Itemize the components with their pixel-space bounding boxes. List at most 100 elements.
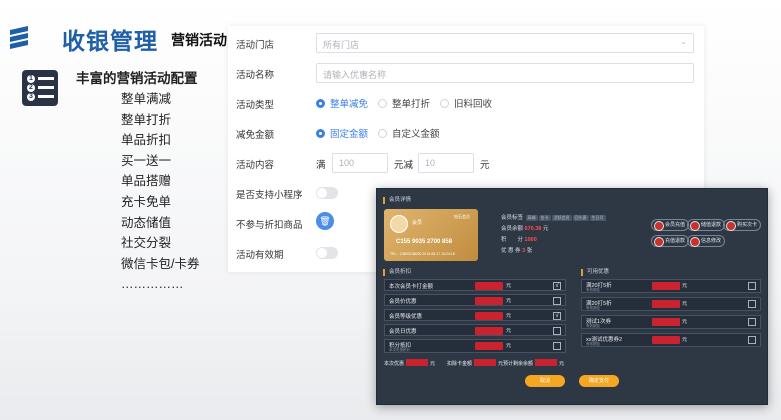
radio-icon — [440, 99, 449, 108]
yuan-label: 元 — [506, 283, 512, 289]
radio-label: 固定金额 — [330, 129, 369, 140]
type-option-full-reduction[interactable]: 整单减免 — [316, 96, 368, 110]
total-label: 扣除卡金额 — [447, 361, 473, 367]
coupon-amount — [652, 282, 680, 290]
discount-name: 会员价优惠 — [389, 299, 417, 305]
card-footer: TEL：13800138000 2019-08-17 15:24:18 — [390, 252, 455, 256]
amount-row: 减免金额 固定金额 自定义金额 — [228, 119, 704, 149]
discount-row[interactable]: 本次会员卡打金额 元 √ — [384, 279, 566, 291]
content-suffix: 元 — [480, 160, 490, 171]
name-label: 活动名称 — [236, 70, 275, 81]
yuan-label: 元 — [682, 319, 688, 325]
feature-item: 充卡免单 — [121, 194, 172, 209]
info-label: 优 惠 券 — [501, 248, 521, 254]
member-level: 钻石会员 — [454, 214, 470, 219]
yuan-label: 元 — [682, 337, 688, 343]
yuan-label: 元 — [506, 298, 512, 304]
checkbox[interactable] — [748, 318, 756, 326]
balance-unit: 元 — [542, 226, 549, 232]
tag-chip: 生日月 — [589, 215, 606, 221]
tag-chip: 高端 — [525, 215, 538, 221]
feature-item: 社交分裂 — [121, 236, 172, 251]
coupon-row[interactable]: 满20打5折 有效期至元 — [581, 297, 761, 311]
tag-chip: 金卡 — [538, 215, 551, 221]
discount-row[interactable]: 会员价优惠 元 — [384, 294, 566, 306]
yuan-label: 元 — [682, 283, 688, 289]
balance-value: 670.38 — [524, 226, 542, 232]
edit-info-button[interactable]: 信息修改 — [687, 235, 726, 247]
page-subtitle: 营销活动 — [171, 32, 227, 48]
coupon-unit: 张 — [526, 248, 533, 254]
total-value — [406, 359, 429, 366]
feature-item: 微信卡包/卡券 — [121, 256, 200, 271]
checkbox[interactable] — [748, 300, 756, 308]
store-select[interactable]: 所有门店 ⌄ — [316, 33, 694, 53]
trash-icon[interactable]: 🗑 — [316, 212, 334, 230]
amount-option-custom[interactable]: 自定义金额 — [378, 126, 440, 140]
coupon-amount — [652, 318, 680, 326]
radio-label: 整单打折 — [392, 99, 431, 110]
discount-name: 本次会员卡打金额 — [389, 284, 434, 290]
checkbox[interactable] — [748, 336, 756, 344]
coupon-sub: 有效期至 — [586, 306, 600, 310]
total-value — [535, 359, 558, 366]
recharge-refund-button[interactable]: 充值退款 — [651, 235, 690, 247]
discount-row[interactable]: 积分抵扣 本次可抵积分元 — [384, 339, 566, 353]
coupon-row[interactable]: 满20打5折 有效期至元 — [581, 279, 761, 293]
total-label: 预计剩余余额 — [503, 361, 534, 367]
reduction-input[interactable]: 10 — [418, 153, 474, 173]
yuan-label: 元 — [682, 301, 688, 307]
coupon-row[interactable]: 测试1次券 有效期至元 — [581, 315, 761, 329]
coupon-section-title: 可用优惠 — [581, 269, 609, 276]
yuan-label: 元 — [506, 313, 512, 319]
stored-refund-button[interactable]: 储值退款 — [687, 219, 726, 231]
features-heading: 丰富的营销活动配置 — [76, 71, 198, 86]
chevron-down-icon: ⌄ — [680, 37, 687, 46]
feature-item: 整单打折 — [121, 112, 172, 127]
coupon-count: 3 — [522, 248, 526, 254]
discount-amount — [475, 297, 503, 305]
coupon-amount — [652, 300, 680, 308]
coupon-amount — [652, 336, 680, 344]
type-option-discount[interactable]: 整单打折 — [378, 96, 430, 110]
avatar — [390, 215, 408, 233]
yuan-label: 元 — [430, 361, 436, 367]
checkbox[interactable] — [553, 297, 561, 305]
confirm-payment-button[interactable]: 确定支付 — [579, 375, 619, 387]
balance-row: 会员余额 670.38 元 — [501, 224, 548, 232]
discount-section-title: 会员折扣 — [383, 269, 411, 276]
discount-row[interactable]: 会员日优惠 元 — [384, 324, 566, 336]
list-number: 2 — [27, 84, 35, 92]
buy-card-button[interactable]: 购买次卡 — [723, 219, 762, 231]
discount-row[interactable]: 会员等级优惠 元 √ — [384, 309, 566, 321]
feature-item: …………… — [121, 277, 184, 292]
slide: 收银管理 营销活动 1 2 3 丰富的营销活动配置 整单满减 整单打折 单品折扣… — [0, 0, 781, 420]
cancel-button[interactable]: 取消 — [525, 375, 565, 387]
name-input[interactable]: 请输入优惠名称 — [316, 63, 694, 83]
type-option-recycle[interactable]: 旧料回收 — [440, 96, 492, 110]
member-section-title: 会员详情 — [383, 197, 411, 204]
store-placeholder: 所有门店 — [323, 40, 360, 50]
store-row: 活动门店 所有门店 ⌄ — [228, 29, 704, 59]
checkbox[interactable] — [748, 282, 756, 290]
feature-item: 买一送一 — [121, 153, 172, 168]
threshold-input[interactable]: 100 — [332, 153, 388, 173]
feature-item: 单品搭赠 — [121, 174, 172, 189]
coupon-row[interactable]: xx测试优惠券2 有效期至元 — [581, 333, 761, 347]
validity-toggle[interactable] — [316, 247, 338, 259]
discount-amount — [475, 282, 503, 290]
tag-chip: 回头客 — [572, 215, 589, 221]
amount-option-fixed[interactable]: 固定金额 — [316, 126, 368, 140]
list-number: 1 — [27, 75, 35, 83]
coupon-sub: 有效期至 — [586, 288, 600, 292]
discount-amount — [475, 327, 503, 335]
miniapp-toggle[interactable] — [316, 187, 338, 199]
member-tags-row: 会员标签 高端 金卡 活跃会员 回头客 生日月 — [501, 213, 606, 221]
checkbox[interactable]: √ — [553, 282, 561, 290]
member-recharge-button[interactable]: 会员充值 — [651, 219, 690, 231]
remaining-balance: 预计剩余余额 元 — [503, 359, 564, 367]
checkbox[interactable]: √ — [553, 312, 561, 320]
checkbox[interactable] — [553, 327, 561, 335]
yuan-label: 元 — [506, 328, 512, 334]
checkbox[interactable] — [553, 342, 561, 350]
